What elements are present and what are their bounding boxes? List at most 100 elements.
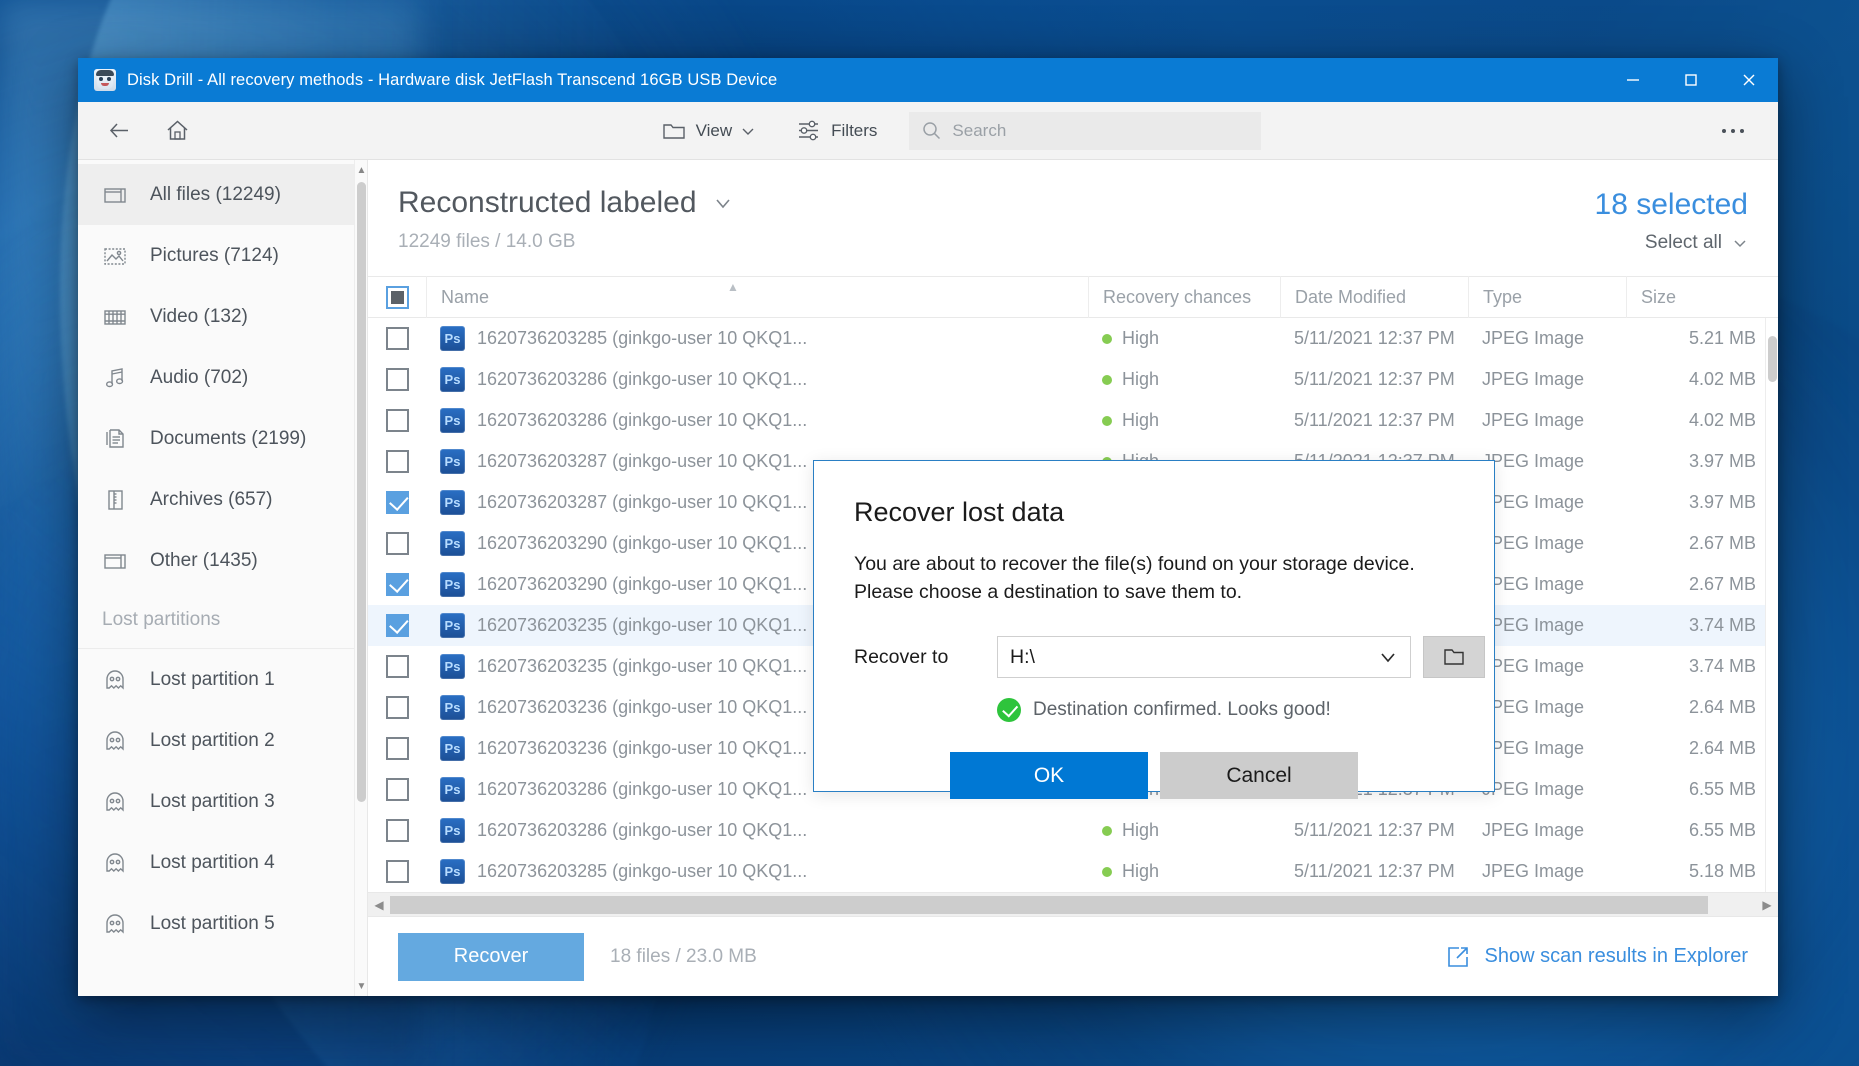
recover-to-combobox[interactable]: H:\ [997, 636, 1411, 679]
column-header-name[interactable]: Name ▲ [426, 276, 1088, 318]
row-checkbox-cell[interactable] [368, 400, 426, 441]
table-row[interactable]: Ps 1620736203285 (ginkgo-user 10 QKQ1...… [368, 851, 1778, 892]
scroll-right-icon[interactable]: ▶ [1756, 898, 1778, 912]
row-checkbox-cell[interactable] [368, 318, 426, 359]
sidebar-scroll-thumb[interactable] [357, 182, 366, 802]
row-checkbox[interactable] [385, 450, 409, 473]
view-button[interactable]: View [649, 111, 768, 151]
table-row[interactable]: Ps 1620736203286 (ginkgo-user 10 QKQ1...… [368, 400, 1778, 441]
archive-icon [102, 487, 128, 513]
cell-name-label: 1620736203235 (ginkgo-user 10 QKQ1... [477, 656, 808, 676]
row-checkbox-cell[interactable] [368, 564, 426, 605]
column-header-size[interactable]: Size [1626, 276, 1778, 318]
photoshop-file-icon: Ps [440, 408, 465, 433]
table-vertical-scrollbar[interactable] [1765, 318, 1778, 892]
hscroll-thumb[interactable] [390, 896, 1708, 914]
scroll-up-icon[interactable]: ▲ [355, 162, 367, 178]
row-checkbox-cell[interactable] [368, 646, 426, 687]
filters-button[interactable]: Filters [783, 111, 889, 151]
sidebar-item-lost-partition-2[interactable]: Lost partition 2 [78, 710, 367, 771]
row-checkbox-cell[interactable] [368, 728, 426, 769]
sidebar-item-4[interactable]: Documents (2199) [78, 408, 367, 469]
photoshop-file-icon: Ps [440, 736, 465, 761]
filters-icon [799, 120, 819, 141]
row-checkbox[interactable] [385, 573, 409, 596]
row-checkbox-cell[interactable] [368, 769, 426, 810]
row-checkbox-cell[interactable] [368, 851, 426, 892]
row-checkbox[interactable] [385, 819, 409, 842]
column-header-date-label: Date Modified [1295, 286, 1407, 307]
sidebar-scrollbar[interactable]: ▲ ▼ [354, 160, 367, 996]
show-scan-results-link[interactable]: Show scan results in Explorer [1445, 944, 1748, 970]
row-checkbox[interactable] [385, 327, 409, 350]
sidebar-item-1[interactable]: Pictures (7124) [78, 225, 367, 286]
window-titlebar[interactable]: Disk Drill - All recovery methods - Hard… [78, 58, 1778, 102]
photoshop-file-icon: Ps [440, 818, 465, 843]
row-checkbox[interactable] [385, 491, 409, 514]
row-checkbox-cell[interactable] [368, 687, 426, 728]
cell-recovery-label: High [1122, 410, 1160, 430]
row-checkbox-cell[interactable] [368, 359, 426, 400]
sidebar-item-6[interactable]: Other (1435) [78, 530, 367, 591]
browse-folder-button[interactable] [1423, 636, 1485, 679]
row-checkbox-cell[interactable] [368, 523, 426, 564]
film-icon [102, 304, 128, 330]
more-options-button[interactable] [1710, 111, 1756, 151]
sidebar-item-lost-partition-4[interactable]: Lost partition 4 [78, 832, 367, 893]
sidebar-item-3[interactable]: Audio (702) [78, 347, 367, 408]
row-checkbox-cell[interactable] [368, 441, 426, 482]
column-header-recovery-chances[interactable]: Recovery chances [1088, 276, 1280, 318]
table-row[interactable]: Ps 1620736203286 (ginkgo-user 10 QKQ1...… [368, 810, 1778, 851]
row-checkbox-cell[interactable] [368, 605, 426, 646]
maximize-button[interactable] [1662, 58, 1720, 102]
row-checkbox[interactable] [385, 860, 409, 883]
column-header-type[interactable]: Type [1468, 276, 1626, 318]
table-horizontal-scrollbar[interactable]: ◀ ▶ [368, 892, 1778, 916]
sidebar-item-lost-partition-5[interactable]: Lost partition 5 [78, 893, 367, 954]
recover-button[interactable]: Recover [398, 932, 584, 981]
content-title-row[interactable]: Reconstructed labeled [398, 186, 733, 220]
minimize-button[interactable] [1604, 58, 1662, 102]
sidebar-item-label: Lost partition 5 [150, 912, 275, 934]
hscroll-track[interactable] [390, 893, 1756, 916]
row-checkbox[interactable] [385, 737, 409, 760]
table-row[interactable]: Ps 1620736203285 (ginkgo-user 10 QKQ1...… [368, 318, 1778, 359]
sidebar-item-0[interactable]: All files (12249) [78, 164, 367, 225]
recover-to-value: H:\ [1010, 645, 1035, 668]
photoshop-file-icon: Ps [440, 613, 465, 638]
sidebar-item-5[interactable]: Archives (657) [78, 469, 367, 530]
row-checkbox[interactable] [385, 368, 409, 391]
sidebar-item-lost-partition-1[interactable]: Lost partition 1 [78, 649, 367, 710]
show-scan-results-label: Show scan results in Explorer [1484, 945, 1748, 967]
chevron-down-icon [1381, 653, 1395, 663]
row-checkbox-cell[interactable] [368, 810, 426, 851]
cell-name-label: 1620736203235 (ginkgo-user 10 QKQ1... [477, 615, 808, 635]
search-input[interactable]: Search [909, 111, 1262, 150]
cell-size: 3.97 MB [1688, 451, 1756, 471]
row-checkbox[interactable] [385, 614, 409, 637]
column-header-date-modified[interactable]: Date Modified [1280, 276, 1468, 318]
home-button[interactable] [154, 109, 200, 153]
row-checkbox[interactable] [385, 696, 409, 719]
row-checkbox[interactable] [385, 655, 409, 678]
table-scroll-thumb[interactable] [1768, 336, 1777, 382]
close-button[interactable] [1720, 58, 1778, 102]
scroll-down-icon[interactable]: ▼ [355, 978, 367, 994]
row-checkbox[interactable] [385, 532, 409, 555]
select-all-button[interactable]: Select all [1595, 232, 1748, 254]
row-checkbox-cell[interactable] [368, 482, 426, 523]
chevron-down-icon[interactable] [713, 193, 733, 213]
back-button[interactable] [96, 109, 142, 153]
scroll-left-icon[interactable]: ◀ [368, 898, 390, 912]
select-all-checkbox-cell[interactable] [368, 276, 426, 318]
sidebar-item-lost-partition-3[interactable]: Lost partition 3 [78, 771, 367, 832]
table-row[interactable]: Ps 1620736203286 (ginkgo-user 10 QKQ1...… [368, 359, 1778, 400]
row-checkbox[interactable] [385, 409, 409, 432]
cell-size: 4.02 MB [1688, 410, 1756, 430]
cell-size: 6.55 MB [1688, 820, 1756, 840]
row-checkbox[interactable] [385, 778, 409, 801]
select-all-checkbox[interactable] [385, 285, 409, 309]
ok-button[interactable]: OK [950, 752, 1148, 800]
cancel-button[interactable]: Cancel [1160, 752, 1358, 800]
sidebar-item-2[interactable]: Video (132) [78, 286, 367, 347]
